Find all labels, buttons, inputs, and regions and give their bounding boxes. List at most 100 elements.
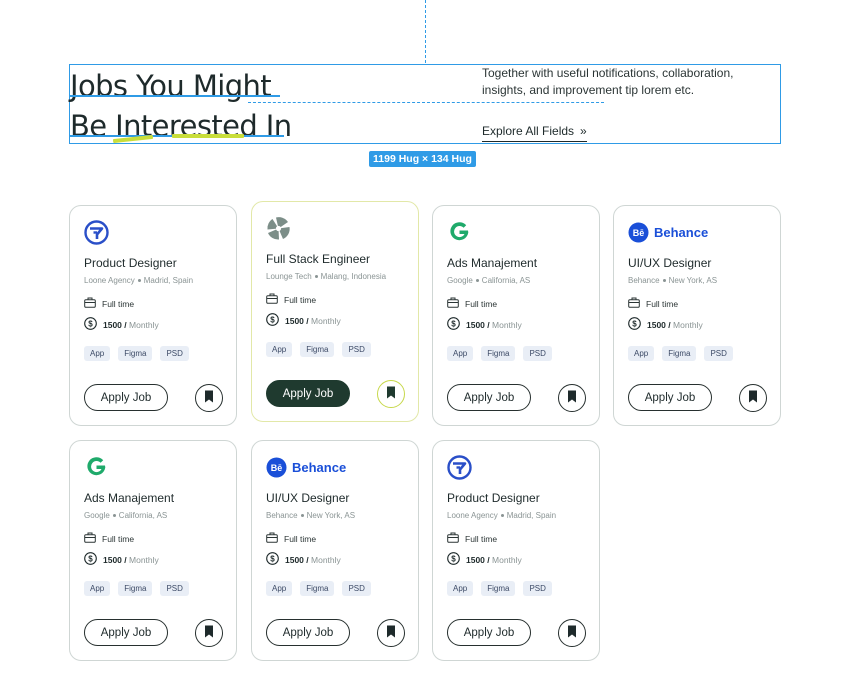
job-title: Product Designer [84,256,177,270]
svg-text:$: $ [88,554,93,563]
apply-job-button[interactable]: Apply Job [266,380,350,407]
separator-dot [314,275,318,278]
skill-tags: App Figma PSD [447,346,552,361]
skill-tags: App Figma PSD [447,581,552,596]
dollar-icon: $ [628,317,641,332]
job-card[interactable]: Bē Behance UI/UX Designer Behance New York, … [251,440,419,661]
job-location: California, AS [481,276,531,285]
heading-line-2: Be Interested In [70,109,292,143]
bookmark-button[interactable] [195,619,223,647]
job-location: New York, AS [668,276,718,285]
svg-text:$: $ [270,554,275,563]
explore-all-fields-link[interactable]: Explore All Fields » [482,124,587,142]
company-location: Google California, AS [447,276,530,285]
behance-logo-icon: Bē [266,457,287,478]
briefcase-icon [266,532,278,545]
apply-job-button[interactable]: Apply Job [447,384,531,411]
company-logo [84,455,109,480]
skill-tags: App Figma PSD [266,581,371,596]
salary-period: Monthly [129,319,159,330]
skill-tag: PSD [342,342,371,357]
lounge-logo-icon [266,216,291,241]
svg-text:$: $ [88,319,93,328]
employment-type-label: Full time [102,298,135,309]
briefcase-icon [266,293,278,306]
job-card[interactable]: Product Designer Loone Agency Madrid, Spai… [69,205,237,426]
section-description: Together with useful notifications, coll… [482,66,734,97]
apply-job-button[interactable]: Apply Job [84,384,168,411]
bookmark-button[interactable] [195,384,223,412]
employment-type-label: Full time [102,533,135,544]
bookmark-button[interactable] [558,619,586,647]
company-name: Lounge Tech [266,272,312,281]
salary-amount: 1500 / [466,319,490,330]
job-title: Ads Manajement [84,491,175,505]
behance-logo-icon: Bē [628,222,649,243]
briefcase-icon [447,297,459,310]
employment-type: Full time [628,297,678,310]
briefcase-icon [447,532,459,545]
apply-job-button[interactable]: Apply Job [447,619,531,646]
svg-text:Bē: Bē [271,463,283,473]
company-location: Loone Agency Madrid, Spain [84,276,193,285]
bookmark-icon [386,625,396,641]
company-logo [84,220,109,245]
company-location: Lounge Tech Malang, Indonesia [266,272,386,281]
separator-dot [500,514,504,517]
bookmark-icon [204,390,214,406]
job-card[interactable]: Full Stack Engineer Lounge Tech Malang, In… [251,201,419,422]
salary: $1500 / Monthly [628,317,703,332]
job-location: Madrid, Spain [143,276,194,285]
separator-dot [300,514,304,517]
job-title: UI/UX Designer [628,256,712,270]
skill-tag: App [447,581,474,596]
apply-job-button[interactable]: Apply Job [84,619,168,646]
salary-period: Monthly [492,554,522,565]
company-location: Behance New York, AS [266,511,355,520]
job-card[interactable]: Bē Behance UI/UX Designer Behance New York, … [613,205,781,426]
job-card[interactable]: Ads Manajement Google California, AS Full t… [432,205,600,426]
skill-tag: App [447,346,474,361]
loone-logo-icon [447,455,472,480]
company-logo [266,216,291,241]
salary: $1500 / Monthly [266,313,341,328]
job-card[interactable]: Product Designer Loone Agency Madrid, Spai… [432,440,600,661]
skill-tag: App [84,581,111,596]
apply-job-button[interactable]: Apply Job [266,619,350,646]
bookmark-button[interactable] [558,384,586,412]
apply-job-button[interactable]: Apply Job [628,384,712,411]
skill-tag: PSD [160,581,189,596]
salary-amount: 1500 / [103,319,127,330]
company-location: Behance New York, AS [628,276,717,285]
company-location: Google California, AS [84,511,167,520]
skill-tag: Figma [481,581,516,596]
bookmark-button[interactable] [377,380,405,408]
heading-line-1: Jobs You Might [70,69,272,103]
job-card[interactable]: Ads Manajement Google California, AS Full t… [69,440,237,661]
salary-amount: 1500 / [103,554,127,565]
skill-tag: App [84,346,111,361]
salary: $1500 / Monthly [266,552,341,567]
skill-tag: PSD [160,346,189,361]
skill-tag: Figma [300,342,335,357]
skill-tag: PSD [704,346,733,361]
salary-period: Monthly [311,554,341,565]
salary-period: Monthly [492,319,522,330]
employment-type: Full time [84,532,134,545]
company-location: Loone Agency Madrid, Spain [447,511,556,520]
company-name: Behance [266,511,298,520]
briefcase-icon [84,532,96,545]
svg-text:Bē: Bē [633,228,645,238]
bookmark-button[interactable] [739,384,767,412]
dollar-icon: $ [447,317,460,332]
employment-type-label: Full time [465,298,498,309]
heading-line-1-underline [70,95,280,97]
briefcase-icon [628,297,640,310]
google-logo-icon [84,455,109,480]
employment-type-label: Full time [284,533,317,544]
dollar-icon: $ [266,552,279,567]
skill-tag: PSD [523,346,552,361]
bookmark-button[interactable] [377,619,405,647]
salary: $1500 / Monthly [84,552,159,567]
svg-text:$: $ [270,315,275,324]
